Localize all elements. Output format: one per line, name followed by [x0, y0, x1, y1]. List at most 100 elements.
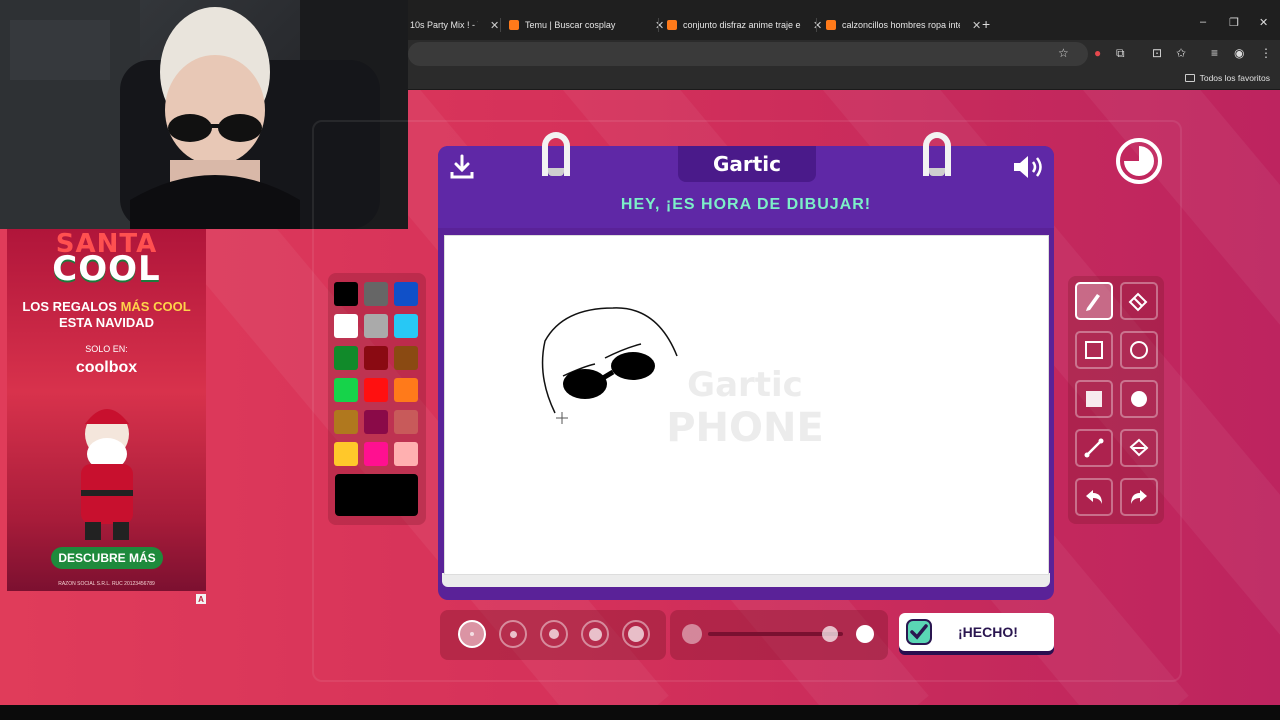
- circle-outline-tool-button[interactable]: [1120, 331, 1158, 369]
- stroke-head: [541, 307, 678, 414]
- color-swatch[interactable]: [334, 282, 358, 306]
- bookmark-star-icon[interactable]: ☆: [1058, 46, 1069, 60]
- color-swatch[interactable]: [394, 442, 418, 466]
- watermark-line2: PHONE: [666, 405, 824, 451]
- circle-outline-icon: [1130, 341, 1148, 359]
- fill-bucket-icon: [1129, 438, 1149, 457]
- watermark-line1: Gartic: [687, 365, 803, 405]
- tab-label: 10s Party Mix ! - Yo: [410, 20, 478, 30]
- brush-size-dot: [549, 629, 559, 639]
- tab-close-icon[interactable]: ✕: [490, 19, 499, 32]
- color-swatch[interactable]: [334, 346, 358, 370]
- menu-kebab-icon[interactable]: ⋮: [1260, 46, 1272, 60]
- redo-tool-button[interactable]: [1120, 478, 1158, 516]
- pencil-icon: [1086, 294, 1100, 311]
- temu-favicon-icon: [667, 20, 677, 30]
- extensions-puzzle-icon[interactable]: ⧉: [1116, 46, 1125, 61]
- tab-label: calzoncillos hombres ropa inter: [842, 20, 960, 30]
- color-swatch[interactable]: [394, 410, 418, 434]
- ad-choices-icon[interactable]: A: [196, 594, 206, 604]
- close-window-button[interactable]: ✕: [1259, 16, 1268, 29]
- tab-close-icon[interactable]: ✕: [655, 19, 664, 32]
- done-button[interactable]: ¡HECHO!: [899, 613, 1054, 651]
- color-swatch[interactable]: [334, 378, 358, 402]
- brush-size-dot: [588, 627, 602, 641]
- download-icon[interactable]: [450, 154, 474, 180]
- ad-cta-button[interactable]: DESCUBRE MÁS: [51, 547, 163, 569]
- pencil-tool-button[interactable]: [1075, 282, 1113, 320]
- line-icon: [1084, 438, 1104, 458]
- profile-avatar-icon[interactable]: ◉: [1234, 46, 1244, 60]
- gartic-logo: Gartic: [678, 146, 816, 182]
- color-swatch[interactable]: [334, 314, 358, 338]
- opacity-min-indicator: [682, 624, 702, 644]
- eraser-tool-button[interactable]: [1120, 282, 1158, 320]
- color-swatch[interactable]: [334, 442, 358, 466]
- stroke-right-lens: [611, 352, 655, 380]
- sound-icon[interactable]: [1012, 154, 1046, 180]
- tab-close-icon[interactable]: ✕: [972, 19, 981, 32]
- drawing-canvas[interactable]: Gartic PHONE: [444, 235, 1049, 575]
- opacity-slider-handle[interactable]: [821, 626, 838, 642]
- screen: 10s Party Mix ! - Yo ✕ Temu | Buscar cos…: [0, 0, 1280, 720]
- ad-tagline: LOS REGALOS MÁS COOL: [22, 299, 191, 314]
- circle-filled-icon: [1131, 391, 1147, 407]
- browser-tab[interactable]: Temu | Buscar cosplay ✕: [509, 14, 664, 36]
- coolbox-advertisement[interactable]: SANTA COOL LOS REGALOS MÁS COOL ESTA NAV…: [7, 229, 206, 591]
- color-swatch[interactable]: [394, 378, 418, 402]
- color-swatch[interactable]: [364, 410, 388, 434]
- temu-favicon-icon: [826, 20, 836, 30]
- color-swatch[interactable]: [394, 282, 418, 306]
- ad-headline-cool: COOL: [52, 249, 161, 289]
- color-swatch[interactable]: [334, 410, 358, 434]
- tab-close-icon[interactable]: ✕: [813, 19, 822, 32]
- color-swatch[interactable]: [364, 442, 388, 466]
- color-swatch[interactable]: [364, 314, 388, 338]
- crosshair-cursor-icon: [556, 412, 568, 424]
- santa-illustration: [81, 409, 133, 540]
- redo-icon: [1131, 490, 1147, 504]
- minimize-button[interactable]: –: [1200, 16, 1206, 28]
- ad-solo-en: SOLO EN:: [85, 344, 128, 354]
- screenshot-icon[interactable]: ⊡: [1152, 46, 1162, 60]
- stroke-bridge: [601, 369, 615, 381]
- fill-bucket-tool-button[interactable]: [1120, 429, 1158, 467]
- ad-brand-logo: coolbox: [75, 359, 138, 376]
- rectangle-filled-tool-button[interactable]: [1075, 380, 1113, 418]
- brush-size-button[interactable]: [622, 620, 650, 648]
- canvas-drawing: Gartic PHONE: [541, 307, 824, 451]
- brush-size-button[interactable]: [581, 620, 609, 648]
- favorites-icon[interactable]: ✩: [1176, 46, 1186, 60]
- rectangle-outline-tool-button[interactable]: [1075, 331, 1113, 369]
- browser-tab[interactable]: 10s Party Mix ! - Yo ✕: [410, 14, 499, 36]
- circle-filled-tool-button[interactable]: [1120, 380, 1158, 418]
- timer-icon: [1116, 138, 1162, 184]
- rectangle-outline-icon: [1085, 341, 1103, 359]
- new-tab-button[interactable]: +: [982, 16, 990, 32]
- stroke-left-lens: [563, 369, 607, 399]
- undo-tool-button[interactable]: [1075, 478, 1113, 516]
- brush-size-button[interactable]: [458, 620, 486, 648]
- brush-size-button[interactable]: [540, 620, 568, 648]
- color-swatch[interactable]: [394, 314, 418, 338]
- color-swatch[interactable]: [364, 378, 388, 402]
- omnibox[interactable]: [408, 42, 1088, 66]
- line-tool-button[interactable]: [1075, 429, 1113, 467]
- rectangle-filled-icon: [1086, 391, 1102, 407]
- color-swatch[interactable]: [364, 346, 388, 370]
- color-swatch[interactable]: [364, 282, 388, 306]
- brush-size-dot: [470, 632, 474, 636]
- browser-tab[interactable]: calzoncillos hombres ropa inter ✕: [826, 14, 981, 36]
- opacity-max-indicator: [856, 625, 874, 643]
- brush-size-dot: [628, 626, 644, 642]
- temu-favicon-icon: [509, 20, 519, 30]
- color-swatch[interactable]: [394, 346, 418, 370]
- extension-icon[interactable]: ●: [1094, 46, 1101, 60]
- media-control-icon[interactable]: ≡: [1211, 46, 1218, 60]
- brush-size-button[interactable]: [499, 620, 527, 648]
- browser-tab[interactable]: conjunto disfraz anime traje en ✕: [667, 14, 822, 36]
- restore-button[interactable]: ❐: [1229, 16, 1239, 29]
- ad-legal-text: RAZON SOCIAL S.R.L. RUC 20123456789: [58, 581, 155, 587]
- eraser-icon: [1128, 292, 1148, 312]
- all-bookmarks-button[interactable]: Todos los favoritos: [1184, 73, 1270, 83]
